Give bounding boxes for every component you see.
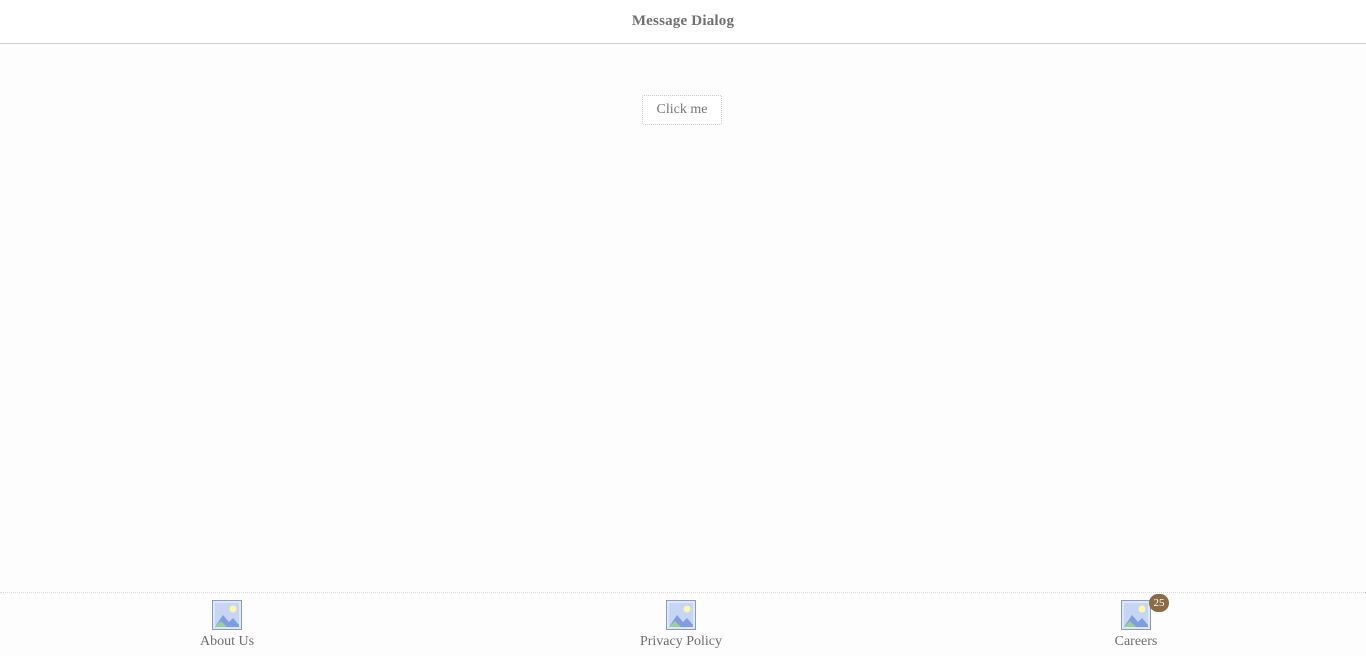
tab-label-privacy-policy: Privacy Policy	[639, 634, 723, 649]
notification-badge: 25	[1149, 594, 1169, 612]
image-placeholder-icon	[212, 600, 242, 630]
click-me-button[interactable]: Click me	[642, 95, 722, 125]
tab-privacy-policy[interactable]: Privacy Policy	[601, 593, 761, 656]
image-placeholder-icon: 25	[1121, 594, 1169, 630]
app-root: Message Dialog Click me About Us Privacy…	[0, 0, 1366, 656]
bottom-tab-bar: About Us Privacy Policy 25 Careers	[0, 592, 1366, 656]
tab-label-careers: Careers	[1114, 634, 1158, 649]
tab-careers[interactable]: 25 Careers	[1056, 593, 1216, 656]
main-content: Click me	[0, 45, 1366, 592]
tab-about-us[interactable]: About Us	[147, 593, 307, 656]
tab-label-about-us: About Us	[199, 634, 255, 649]
page-title: Message Dialog	[631, 13, 735, 29]
header-bar: Message Dialog	[0, 0, 1366, 44]
image-placeholder-icon	[666, 600, 696, 630]
